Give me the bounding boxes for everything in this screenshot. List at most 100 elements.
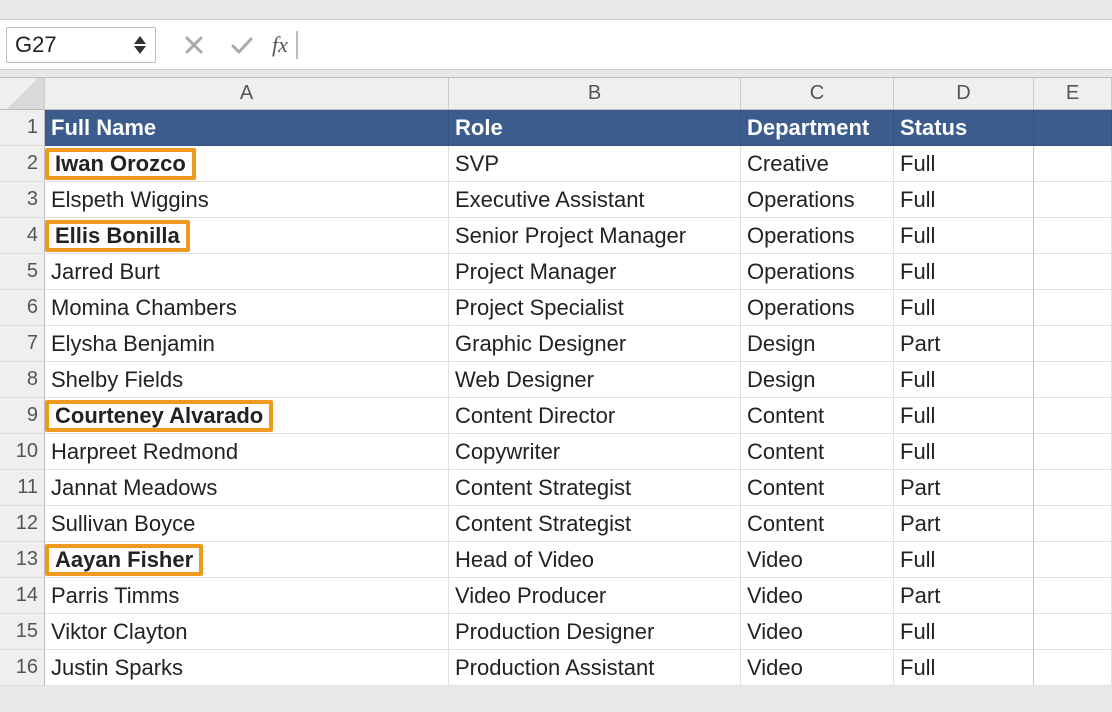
row-header-6[interactable]: 6 xyxy=(0,290,45,326)
cell-role[interactable]: SVP xyxy=(449,146,741,182)
name-box[interactable] xyxy=(6,27,156,63)
cell-department[interactable]: Design xyxy=(741,326,894,362)
row-header-4[interactable]: 4 xyxy=(0,218,45,254)
cell-empty[interactable] xyxy=(1034,254,1112,290)
fx-label[interactable]: fx xyxy=(272,32,288,58)
cell-department[interactable]: Content xyxy=(741,470,894,506)
cell-empty[interactable] xyxy=(1034,470,1112,506)
cell-empty[interactable] xyxy=(1034,146,1112,182)
row-header-2[interactable]: 2 xyxy=(0,146,45,182)
cell-name[interactable]: Elysha Benjamin xyxy=(45,326,449,362)
cell-empty[interactable] xyxy=(1034,434,1112,470)
cell-name[interactable]: Parris Timms xyxy=(45,578,449,614)
cell-name[interactable]: Momina Chambers xyxy=(45,290,449,326)
cell-empty[interactable] xyxy=(1034,650,1112,686)
row-header-13[interactable]: 13 xyxy=(0,542,45,578)
name-box-input[interactable] xyxy=(15,32,95,58)
cell-department[interactable]: Design xyxy=(741,362,894,398)
cell-role[interactable]: Production Assistant xyxy=(449,650,741,686)
cell-role[interactable]: Content Director xyxy=(449,398,741,434)
row-header-9[interactable]: 9 xyxy=(0,398,45,434)
header-cell[interactable]: Role xyxy=(449,110,741,146)
cell-role[interactable]: Content Strategist xyxy=(449,506,741,542)
cell-empty[interactable] xyxy=(1034,398,1112,434)
row-header-3[interactable]: 3 xyxy=(0,182,45,218)
row-header-15[interactable]: 15 xyxy=(0,614,45,650)
cell-department[interactable]: Operations xyxy=(741,182,894,218)
header-cell[interactable]: Status xyxy=(894,110,1034,146)
cell-empty[interactable] xyxy=(1034,326,1112,362)
cell-name[interactable]: Jarred Burt xyxy=(45,254,449,290)
cell-department[interactable]: Operations xyxy=(741,290,894,326)
row-header-11[interactable]: 11 xyxy=(0,470,45,506)
cancel-formula-button[interactable] xyxy=(176,35,212,55)
cell-name[interactable]: Shelby Fields xyxy=(45,362,449,398)
row-header-7[interactable]: 7 xyxy=(0,326,45,362)
cell-department[interactable]: Video xyxy=(741,578,894,614)
cell-status[interactable]: Full xyxy=(894,398,1034,434)
cell-department[interactable]: Content xyxy=(741,398,894,434)
cell-empty[interactable] xyxy=(1034,542,1112,578)
cell-name[interactable]: Viktor Clayton xyxy=(45,614,449,650)
spreadsheet-grid[interactable]: A B C D E 12345678910111213141516 Full N… xyxy=(0,78,1112,686)
cell-name[interactable]: Elspeth Wiggins xyxy=(45,182,449,218)
cell-name[interactable]: Sullivan Boyce xyxy=(45,506,449,542)
cell-department[interactable]: Content xyxy=(741,434,894,470)
col-header-D[interactable]: D xyxy=(894,78,1034,110)
cell-name[interactable]: Justin Sparks xyxy=(45,650,449,686)
cell-status[interactable]: Full xyxy=(894,290,1034,326)
cell-department[interactable]: Content xyxy=(741,506,894,542)
cell-status[interactable]: Part xyxy=(894,578,1034,614)
name-box-spinners[interactable] xyxy=(133,35,147,55)
cell-department[interactable]: Video xyxy=(741,650,894,686)
cell-role[interactable]: Production Designer xyxy=(449,614,741,650)
cells-area[interactable]: Full NameRoleDepartmentStatus Iwan Orozco… xyxy=(45,110,1112,686)
cell-status[interactable]: Full xyxy=(894,146,1034,182)
cell-status[interactable]: Part xyxy=(894,326,1034,362)
cell-department[interactable]: Operations xyxy=(741,254,894,290)
cell-role[interactable]: Project Specialist xyxy=(449,290,741,326)
cell-department[interactable]: Operations xyxy=(741,218,894,254)
cell-status[interactable]: Full xyxy=(894,362,1034,398)
select-all-corner[interactable] xyxy=(0,78,45,110)
row-header-5[interactable]: 5 xyxy=(0,254,45,290)
cell-status[interactable]: Full xyxy=(894,218,1034,254)
chevron-down-icon[interactable] xyxy=(133,45,147,55)
cell-status[interactable]: Full xyxy=(894,542,1034,578)
cell-name[interactable]: Aayan Fisher xyxy=(45,542,449,578)
cell-status[interactable]: Full xyxy=(894,254,1034,290)
cell-status[interactable]: Part xyxy=(894,506,1034,542)
col-header-B[interactable]: B xyxy=(449,78,741,110)
cell-role[interactable]: Senior Project Manager xyxy=(449,218,741,254)
header-cell[interactable]: Department xyxy=(741,110,894,146)
cell-status[interactable]: Full xyxy=(894,650,1034,686)
row-header-16[interactable]: 16 xyxy=(0,650,45,686)
cell-department[interactable]: Video xyxy=(741,542,894,578)
header-cell-empty[interactable] xyxy=(1034,110,1112,146)
cell-empty[interactable] xyxy=(1034,182,1112,218)
col-header-C[interactable]: C xyxy=(741,78,894,110)
cell-name[interactable]: Harpreet Redmond xyxy=(45,434,449,470)
cell-role[interactable]: Copywriter xyxy=(449,434,741,470)
cell-empty[interactable] xyxy=(1034,614,1112,650)
chevron-up-icon[interactable] xyxy=(133,35,147,45)
row-header-1[interactable]: 1 xyxy=(0,110,45,146)
cell-role[interactable]: Content Strategist xyxy=(449,470,741,506)
cell-empty[interactable] xyxy=(1034,362,1112,398)
cell-role[interactable]: Project Manager xyxy=(449,254,741,290)
cell-empty[interactable] xyxy=(1034,218,1112,254)
cell-name[interactable]: Jannat Meadows xyxy=(45,470,449,506)
cell-name[interactable]: Iwan Orozco xyxy=(45,146,449,182)
cell-empty[interactable] xyxy=(1034,506,1112,542)
cell-status[interactable]: Full xyxy=(894,434,1034,470)
cell-role[interactable]: Web Designer xyxy=(449,362,741,398)
header-cell[interactable]: Full Name xyxy=(45,110,449,146)
cell-name[interactable]: Courteney Alvarado xyxy=(45,398,449,434)
formula-input[interactable] xyxy=(298,27,1106,63)
row-header-10[interactable]: 10 xyxy=(0,434,45,470)
cell-department[interactable]: Video xyxy=(741,614,894,650)
cell-role[interactable]: Graphic Designer xyxy=(449,326,741,362)
col-header-A[interactable]: A xyxy=(45,78,449,110)
row-header-8[interactable]: 8 xyxy=(0,362,45,398)
col-header-E[interactable]: E xyxy=(1034,78,1112,110)
